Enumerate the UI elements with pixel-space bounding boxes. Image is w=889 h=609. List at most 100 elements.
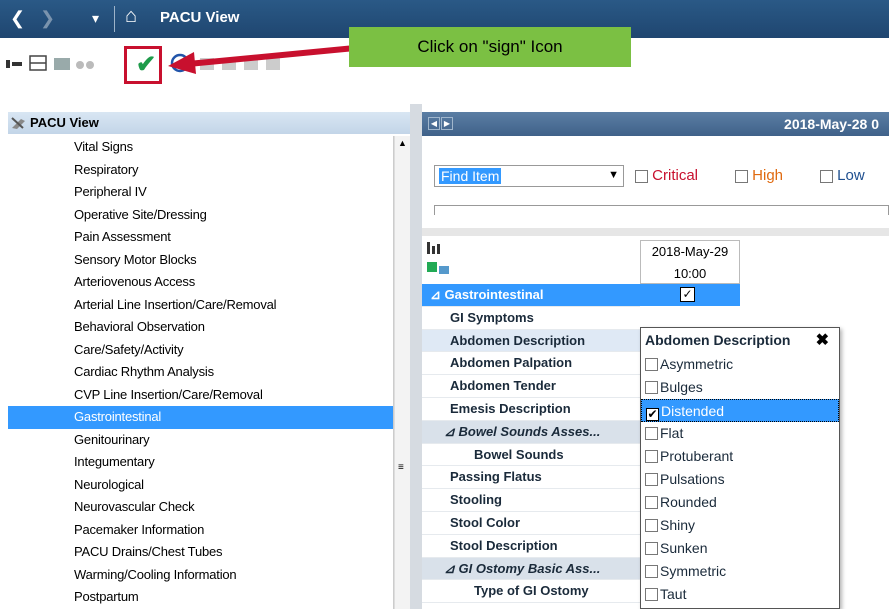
scroll-grip-icon[interactable]: ≡ xyxy=(398,462,404,473)
history-dropdown-icon[interactable]: ▾ xyxy=(92,8,99,28)
section-list-item[interactable]: Neurological xyxy=(8,474,393,497)
section-list-item[interactable]: Vital Signs xyxy=(8,136,393,159)
popup-title: Abdomen Description xyxy=(645,332,791,348)
forward-arrow-icon[interactable]: ❯ xyxy=(40,8,55,28)
option-checkbox[interactable] xyxy=(645,381,658,394)
expand-icon[interactable] xyxy=(6,60,22,68)
grid-row-label[interactable]: Abdomen Palpation xyxy=(422,352,640,376)
option-checkbox[interactable] xyxy=(645,588,658,601)
sign-highlight-box xyxy=(124,46,162,84)
option-checkbox[interactable] xyxy=(645,427,658,440)
grid-row-label[interactable]: Stool Color xyxy=(422,512,640,535)
section-list-item[interactable]: Arteriovenous Access xyxy=(8,271,393,294)
high-label: High xyxy=(752,167,784,184)
dropdown-arrow-icon[interactable]: ▼ xyxy=(608,169,619,181)
popup-option[interactable]: Flat xyxy=(641,422,839,445)
option-checkbox[interactable] xyxy=(645,542,658,555)
high-filter[interactable]: High xyxy=(735,167,783,184)
option-checkbox[interactable] xyxy=(645,358,658,371)
section-list-item[interactable]: Arterial Line Insertion/Care/Removal xyxy=(8,294,393,317)
option-checkbox[interactable]: ✔ xyxy=(646,408,659,421)
section-list-item[interactable]: Genitourinary xyxy=(8,429,393,452)
scroll-right-icon[interactable]: ▶ xyxy=(441,117,453,130)
column-date: 2018-May-29 xyxy=(651,244,729,259)
close-icon[interactable]: ✖ xyxy=(816,330,829,350)
section-checkbox[interactable]: ✓ xyxy=(680,287,695,302)
popup-option[interactable]: Protuberant xyxy=(641,445,839,468)
grid-row-label[interactable]: Bowel Sounds xyxy=(422,444,640,467)
section-list-item[interactable]: CVP Line Insertion/Care/Removal xyxy=(8,384,393,407)
section-list-item[interactable]: Respiratory xyxy=(8,159,393,182)
option-checkbox[interactable] xyxy=(645,565,658,578)
flowsheet-icon[interactable] xyxy=(54,58,70,70)
header-date: 2018-May-28 0 xyxy=(784,116,879,132)
low-filter[interactable]: Low xyxy=(820,167,865,184)
section-list-item[interactable]: Care/Safety/Activity xyxy=(8,339,393,362)
section-list-item[interactable]: Neurovascular Check xyxy=(8,496,393,519)
grid-row-label[interactable]: Abdomen Tender xyxy=(422,375,640,398)
grid-row-label[interactable]: ⊿ Bowel Sounds Asses... xyxy=(422,420,640,444)
option-checkbox[interactable] xyxy=(645,519,658,532)
grid-row-label[interactable]: Stool Description xyxy=(422,535,640,558)
section-list-item[interactable]: Gastrointestinal xyxy=(8,406,393,429)
popup-option[interactable]: Rounded xyxy=(641,491,839,514)
table-view-icon[interactable] xyxy=(29,55,47,71)
left-panel-header: PACU View xyxy=(8,112,410,134)
section-list-item[interactable]: Operative Site/Dressing xyxy=(8,204,393,227)
back-arrow-icon[interactable]: ❮ xyxy=(10,8,25,28)
option-label: Flat xyxy=(660,425,684,441)
popup-options: Asymmetric Bulges ✔ Distended Flat Protuberan… xyxy=(641,353,839,606)
section-list-item[interactable]: Cardiac Rhythm Analysis xyxy=(8,361,393,384)
popup-option[interactable]: Sunken xyxy=(641,537,839,560)
grid-row-label[interactable]: ⊿ Gastrointestinal xyxy=(422,284,640,307)
section-list-item[interactable]: Behavioral Observation xyxy=(8,316,393,339)
section-list-item[interactable]: Peripheral IV xyxy=(8,181,393,204)
home-icon[interactable]: ⌂ xyxy=(125,6,137,26)
glasses-icon[interactable] xyxy=(76,61,94,69)
grid-row-label[interactable]: Stooling xyxy=(422,489,640,512)
panel-divider[interactable] xyxy=(410,104,422,609)
scroll-left-icon[interactable]: ◀ xyxy=(428,117,440,130)
option-checkbox[interactable] xyxy=(645,450,658,463)
column-header[interactable]: 2018-May-29 10:00 xyxy=(640,240,740,284)
option-label: Asymmetric xyxy=(660,356,734,372)
grid-row-label[interactable]: Type of GI Ostomy xyxy=(422,580,640,604)
option-checkbox[interactable] xyxy=(645,473,658,486)
option-label: Taut xyxy=(660,586,687,602)
popup-option[interactable]: Shiny xyxy=(641,514,839,537)
option-checkbox[interactable] xyxy=(645,496,658,509)
find-item-dropdown[interactable]: Find Item ▼ xyxy=(434,165,624,187)
title-separator xyxy=(114,6,115,32)
popup-option[interactable]: Asymmetric xyxy=(641,353,839,376)
grid-row-label[interactable]: Emesis Description xyxy=(422,398,640,421)
popup-option[interactable]: Symmetric xyxy=(641,560,839,583)
low-checkbox[interactable] xyxy=(820,169,833,183)
scroll-up-icon[interactable]: ▲ xyxy=(398,138,407,148)
pacu-view-icon xyxy=(11,117,25,129)
grid-row-label[interactable]: Passing Flatus xyxy=(422,466,640,490)
critical-filter[interactable]: Critical xyxy=(635,167,698,184)
section-list-item[interactable]: Pacemaker Information xyxy=(8,519,393,542)
popup-option[interactable]: Taut xyxy=(641,583,839,606)
high-checkbox[interactable] xyxy=(735,169,748,183)
section-list-item[interactable]: Sensory Motor Blocks xyxy=(8,249,393,272)
option-label: Sunken xyxy=(660,540,708,556)
chart-view-icon[interactable] xyxy=(425,240,455,280)
grid-separator xyxy=(422,228,889,236)
grid-row-label[interactable]: ⊿ GI Ostomy Basic Ass... xyxy=(422,557,640,581)
critical-checkbox[interactable] xyxy=(635,169,648,183)
option-label: Bulges xyxy=(660,379,703,395)
section-list-item[interactable]: PACU Drains/Chest Tubes xyxy=(8,541,393,564)
popup-option[interactable]: ✔ Distended xyxy=(641,399,839,422)
section-list-scrollbar[interactable]: ▲ ≡ xyxy=(394,136,410,609)
result-column-headers xyxy=(434,205,889,215)
section-list-item[interactable]: Warming/Cooling Information xyxy=(8,564,393,587)
popup-option[interactable]: Pulsations xyxy=(641,468,839,491)
section-list-item[interactable]: Pain Assessment xyxy=(8,226,393,249)
abdomen-description-popup: Abdomen Description ✖ Asymmetric Bulges ✔ D… xyxy=(640,327,840,609)
section-list-item[interactable]: Postpartum xyxy=(8,586,393,609)
grid-row-label[interactable]: Abdomen Description xyxy=(422,329,640,353)
popup-option[interactable]: Bulges xyxy=(641,376,839,399)
grid-row-label[interactable]: GI Symptoms xyxy=(422,307,640,330)
section-list-item[interactable]: Integumentary xyxy=(8,451,393,474)
